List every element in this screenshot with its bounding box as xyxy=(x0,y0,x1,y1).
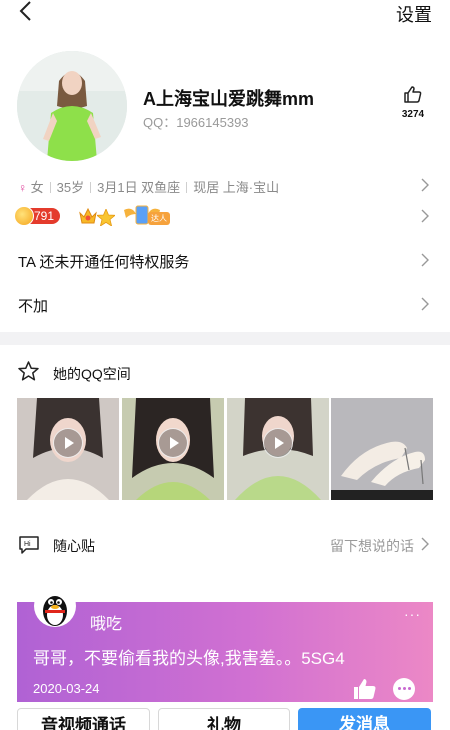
send-message-button[interactable]: 发消息 xyxy=(298,708,431,730)
qzone-photo-4[interactable] xyxy=(331,398,433,500)
back-chevron-icon[interactable] xyxy=(16,0,38,22)
age-text: 35岁 xyxy=(56,180,85,195)
privilege-row[interactable]: TA 还未开通任何特权服务 xyxy=(0,247,450,273)
like-button[interactable]: 3274 xyxy=(396,86,430,120)
like-count: 3274 xyxy=(401,109,425,120)
birthday-text: 3月1日 双鱼座 xyxy=(97,180,181,195)
chevron-right-icon xyxy=(421,297,429,311)
chevron-right-icon xyxy=(421,253,429,267)
section-divider xyxy=(0,332,450,345)
privilege-label: TA 还未开通任何特权服务 xyxy=(18,254,190,271)
gift-button[interactable]: 礼物 xyxy=(158,708,290,730)
play-icon xyxy=(53,428,83,458)
personal-tag-row[interactable]: 不加 xyxy=(0,291,450,317)
badges-row[interactable]: 791 达人 xyxy=(0,203,450,229)
basic-info-row[interactable]: ♀ 女 35岁 3月1日 双鱼座 现居 上海·宝山 xyxy=(0,172,450,198)
gender-text: 女 xyxy=(30,180,44,195)
star-badge-icon xyxy=(97,209,115,226)
penguin-avatar[interactable] xyxy=(34,585,76,627)
qzone-title[interactable]: 她的QQ空间 xyxy=(53,364,131,384)
svg-text:Hi: Hi xyxy=(24,541,31,548)
avatar[interactable] xyxy=(17,51,127,161)
crown-icon xyxy=(79,207,97,224)
note-text: 哥哥，不要偷看我的头像,我害羞。。5SG4 xyxy=(33,649,345,668)
play-icon xyxy=(263,428,293,458)
sun-icon xyxy=(14,206,34,226)
profile-page: 设置 A上海宝山爱跳舞mm QQ：1966145393 3274 ♀ 女 35岁 3… xyxy=(0,0,450,730)
thumbs-up-icon[interactable] xyxy=(353,678,377,700)
qzone-video-2[interactable] xyxy=(122,398,224,500)
note-date: 2020-03-24 xyxy=(33,681,100,696)
nickname: A上海宝山爱跳舞mm xyxy=(143,89,315,109)
top-bar: 设置 xyxy=(0,0,450,26)
qzone-video-1[interactable] xyxy=(17,398,119,500)
location-text: 现居 上海·宝山 xyxy=(193,180,280,195)
level-value: 791 xyxy=(34,209,55,223)
chevron-right-icon xyxy=(421,537,429,551)
leave-message-link[interactable]: 留下想说的话 xyxy=(330,536,414,556)
note-hi-icon: Hi xyxy=(19,536,39,554)
level-badge: 791 xyxy=(14,206,61,226)
note-card: 哦吃 ··· 哥哥，不要偷看我的头像,我害羞。。5SG4 2020-03-24 xyxy=(17,602,433,702)
daren-tag: 达人 xyxy=(148,212,170,225)
thumbs-up-icon xyxy=(404,86,422,103)
more-options-button[interactable]: ··· xyxy=(404,606,421,622)
comment-icon[interactable] xyxy=(393,678,415,700)
suixintie-title: 随心贴 xyxy=(53,538,95,554)
settings-button[interactable]: 设置 xyxy=(396,1,432,27)
female-icon: ♀ xyxy=(18,181,27,195)
personal-tag-label: 不加 xyxy=(18,298,49,315)
video-call-button[interactable]: 音视频通话 xyxy=(17,708,150,730)
chevron-right-icon xyxy=(421,178,429,192)
chevron-right-icon xyxy=(421,209,429,223)
play-icon xyxy=(158,428,188,458)
qzone-star-icon xyxy=(18,361,39,381)
basic-info: ♀ 女 35岁 3月1日 双鱼座 现居 上海·宝山 xyxy=(18,177,279,196)
qzone-video-3[interactable] xyxy=(227,398,329,500)
qzone-photos xyxy=(17,398,433,500)
qq-number: QQ：1966145393 xyxy=(143,115,249,130)
note-author[interactable]: 哦吃 xyxy=(90,610,122,634)
